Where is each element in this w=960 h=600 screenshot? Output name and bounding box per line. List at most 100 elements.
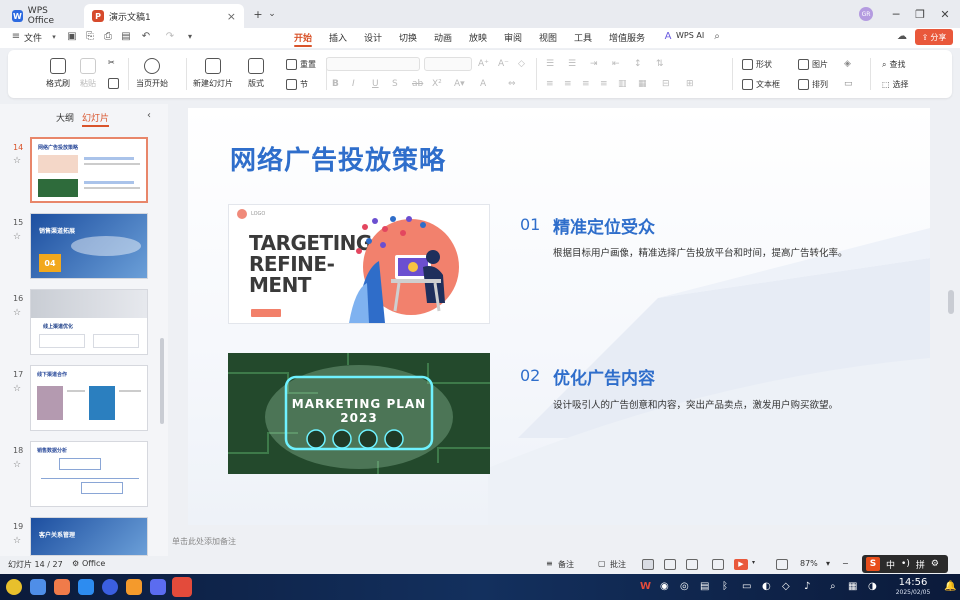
arrange-button[interactable]: 排列 <box>798 79 828 90</box>
ime-mode[interactable]: 中 <box>886 558 895 571</box>
copy-icon[interactable] <box>108 78 119 89</box>
tray-icon[interactable]: ▤ <box>700 581 709 592</box>
slide-scrollbar[interactable] <box>948 290 954 314</box>
ime-pinyin[interactable]: 拼 <box>916 558 925 571</box>
star-icon[interactable]: ☆ <box>13 156 21 166</box>
app-icon-gallery[interactable] <box>54 579 70 595</box>
slide-thumbnail-16[interactable]: 线上渠道优化 <box>30 289 148 355</box>
reset-button[interactable]: 重置 <box>286 59 316 70</box>
redo-icon[interactable]: ↷ <box>164 31 176 43</box>
tab-value-added[interactable]: 增值服务 <box>609 31 645 44</box>
comment-icon[interactable]: ▢ <box>598 559 606 568</box>
align-right-icon[interactable]: ≡ <box>582 79 590 89</box>
user-avatar[interactable]: GR <box>859 7 873 21</box>
numbered-list-icon[interactable]: ☰ <box>568 59 576 69</box>
picture-button[interactable]: 图片 <box>798 59 828 70</box>
slide-thumbnail-18[interactable]: 销售数据分析 <box>30 441 148 507</box>
notes-toggle[interactable]: 备注 <box>558 559 574 570</box>
star-icon[interactable]: ☆ <box>13 536 21 546</box>
start-icon[interactable] <box>6 579 22 595</box>
search-icon[interactable]: ⌕ <box>830 581 836 592</box>
smart-art-icon[interactable]: ⊞ <box>686 79 694 89</box>
close-tab-icon[interactable]: × <box>227 10 236 23</box>
slide-sorter-icon[interactable] <box>664 559 676 570</box>
format-painter-button[interactable]: 格式刷 <box>46 58 70 89</box>
hamburger-menu-icon[interactable]: ≡ <box>10 31 22 43</box>
section-button[interactable]: 节 <box>286 79 308 90</box>
tray-icon[interactable]: ◇ <box>782 581 790 592</box>
text-align-icon[interactable]: ⊟ <box>662 79 670 89</box>
bold-icon[interactable]: B <box>332 79 339 89</box>
bluetooth-icon[interactable]: ᛒ <box>722 581 728 592</box>
presenter-icon[interactable] <box>712 559 724 570</box>
slide-title[interactable]: 网络广告投放策略 <box>230 140 446 177</box>
tray-icon[interactable]: ◑ <box>868 581 877 592</box>
grow-font-icon[interactable]: A⁺ <box>478 59 489 69</box>
app-icon-settings[interactable] <box>150 579 166 595</box>
tab-tools[interactable]: 工具 <box>574 31 592 44</box>
slide-thumbnail-15[interactable]: 销售渠道拓展 04 <box>30 213 148 279</box>
tab-wps-office[interactable]: W WPS Office <box>4 4 80 28</box>
tab-outline[interactable]: 大纲 <box>56 111 74 124</box>
reading-view-icon[interactable] <box>686 559 698 570</box>
marketing-plan-image[interactable]: MARKETING PLAN 2023 <box>228 353 490 474</box>
start-from-current-button[interactable]: 当页开始 <box>136 58 168 89</box>
clear-format-icon[interactable]: ◇ <box>518 59 525 69</box>
star-icon[interactable]: ☆ <box>13 460 21 470</box>
paste-button[interactable]: 粘贴 <box>80 58 96 89</box>
columns-icon[interactable]: ▦ <box>638 79 647 89</box>
tray-icon[interactable]: ◐ <box>762 581 771 592</box>
section-number[interactable]: 02 <box>520 366 540 385</box>
tab-list-icon[interactable]: ⌄ <box>264 6 280 22</box>
slide-panel-scrollbar[interactable] <box>160 338 164 424</box>
app-icon-store[interactable] <box>78 579 94 595</box>
app-icon-files[interactable] <box>30 579 46 595</box>
tab-animation[interactable]: 动画 <box>434 31 452 44</box>
browser-icon[interactable] <box>102 579 118 595</box>
notes-icon[interactable]: ≡ <box>546 559 553 568</box>
font-size-select[interactable] <box>424 57 472 71</box>
normal-view-icon[interactable] <box>642 559 654 570</box>
section-body[interactable]: 设计吸引人的广告创意和内容，突出产品卖点，激发用户购买欲望。 <box>553 397 838 411</box>
font-color-icon[interactable]: A▾ <box>454 79 465 89</box>
print-icon[interactable]: ⎙ <box>102 31 114 43</box>
file-menu[interactable]: 文件 <box>24 31 42 44</box>
tray-icon[interactable]: ◎ <box>680 581 689 592</box>
wps-tray-icon[interactable]: W <box>640 581 651 592</box>
targeting-refinement-image[interactable]: LOGO TARGETING REFINE- MENT <box>228 204 490 324</box>
more-quick-icon[interactable]: ▾ <box>184 31 196 43</box>
tab-slideshow[interactable]: 放映 <box>469 31 487 44</box>
comments-toggle[interactable]: 批注 <box>610 559 626 570</box>
theme-icon[interactable]: ⚙ <box>72 559 79 568</box>
zoom-out-icon[interactable]: − <box>842 559 849 568</box>
fit-window-icon[interactable] <box>776 559 788 570</box>
outline-icon[interactable]: ▭ <box>844 79 853 89</box>
section-title[interactable]: 精准定位受众 <box>553 213 655 238</box>
justify-icon[interactable]: ≡ <box>600 79 608 89</box>
cut-icon[interactable]: ✂ <box>108 58 115 67</box>
italic-icon[interactable]: I <box>352 79 355 89</box>
collapse-panel-icon[interactable]: ‹ <box>147 110 151 121</box>
char-spacing-icon[interactable]: ⇔ <box>508 79 516 89</box>
file-menu-chevron-icon[interactable]: ▾ <box>48 31 60 43</box>
print-preview-icon[interactable]: ▤ <box>120 31 132 43</box>
slide-thumbnail-17[interactable]: 线下渠道合作 <box>30 365 148 431</box>
star-icon[interactable]: ☆ <box>13 308 21 318</box>
zoom-chevron-icon[interactable]: ▾ <box>826 559 830 568</box>
maximize-icon[interactable]: ❐ <box>912 6 928 22</box>
tab-view[interactable]: 视图 <box>539 31 557 44</box>
notification-bell-icon[interactable]: 🔔 <box>944 581 956 592</box>
tab-review[interactable]: 审阅 <box>504 31 522 44</box>
shadow-icon[interactable]: S <box>392 79 398 89</box>
theme-name[interactable]: Office <box>82 559 105 568</box>
select-button[interactable]: ⬚ 选择 <box>882 79 909 90</box>
distribute-icon[interactable]: ▥ <box>618 79 627 89</box>
superscript-icon[interactable]: X² <box>432 79 442 89</box>
keyboard-icon[interactable]: ▦ <box>848 581 857 592</box>
ime-toolbar[interactable]: S 中 •) 拼 ⚙ <box>862 555 948 573</box>
undo-icon[interactable]: ↶ <box>140 31 152 43</box>
bullet-list-icon[interactable]: ☰ <box>546 59 554 69</box>
tab-presentation[interactable]: P 演示文稿1 × <box>84 4 244 28</box>
indent-icon[interactable]: ⇥ <box>590 59 598 69</box>
ime-voice-icon[interactable]: •) <box>901 559 910 569</box>
